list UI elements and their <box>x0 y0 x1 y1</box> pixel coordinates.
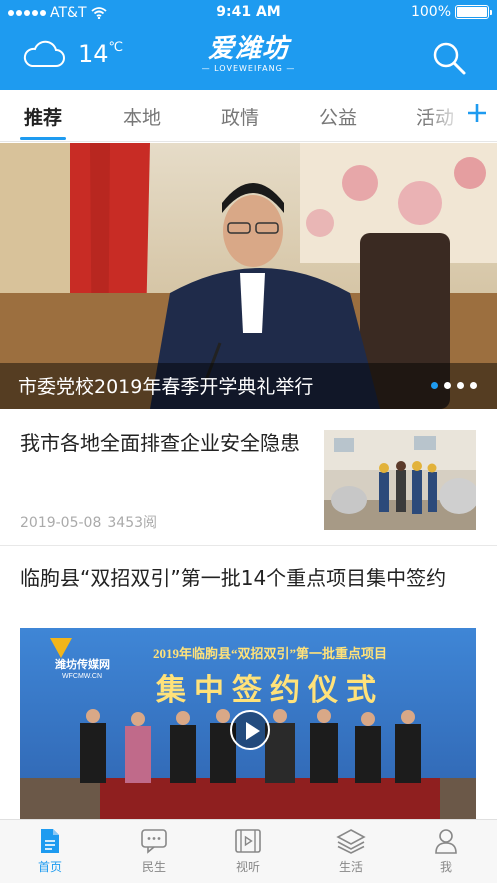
nav-media[interactable]: 视听 <box>218 828 278 875</box>
logo-subtext: — LOVEWEIFANG — <box>201 64 296 73</box>
carousel-dots <box>431 382 477 389</box>
status-bar: AT&T 9:41 AM 100% <box>0 0 497 26</box>
play-button[interactable] <box>230 710 270 750</box>
plus-icon <box>468 104 486 122</box>
video-watermark: 潍坊传媒网 <box>55 657 110 671</box>
add-tab-button[interactable] <box>467 102 487 128</box>
video-banner-line: 2019年临朐县“双招双引”第一批重点项目 <box>153 646 387 661</box>
chat-icon <box>141 829 167 854</box>
logo-text: 爱潍坊 <box>207 34 289 64</box>
news-date: 2019-05-08 <box>20 515 102 531</box>
banner-caption: 市委党校2019年春季开学典礼举行 <box>0 363 497 409</box>
bottom-navigation: 首页 民生 视听 生活 我 <box>0 819 497 883</box>
carousel-dot[interactable] <box>457 382 464 389</box>
headline-banner[interactable]: 市委党校2019年春季开学典礼举行 <box>0 143 497 409</box>
nav-life[interactable]: 生活 <box>321 828 381 875</box>
news-item[interactable]: 临朐县“双招双引”第一批14个重点项目集中签约 2019年临朐县“双招双引”第一… <box>0 547 497 819</box>
video-watermark-sub: WFCMW.CN <box>62 673 102 680</box>
document-icon <box>41 829 59 853</box>
active-tab-indicator <box>20 137 66 140</box>
news-video[interactable]: 2019年临朐县“双招双引”第一批重点项目 集中签约仪式 潍坊传媒网 WFCMW… <box>20 628 476 819</box>
carousel-dot[interactable] <box>431 382 438 389</box>
news-views: 3453阅 <box>107 515 158 531</box>
news-item[interactable]: 我市各地全面排查企业安全隐患 2019-05-08 3453阅 <box>0 410 497 546</box>
video-headline: 集中签约仪式 <box>155 673 384 707</box>
category-tabs: 推荐 本地 政情 公益 活动 <box>0 90 497 142</box>
carousel-dot[interactable] <box>444 382 451 389</box>
tab-politics[interactable]: 政情 <box>210 103 270 130</box>
app-logo: 爱潍坊 — LOVEWEIFANG — <box>0 34 497 74</box>
battery-icon <box>455 5 492 19</box>
news-title: 临朐县“双招双引”第一批14个重点项目集中签约 <box>20 566 447 590</box>
nav-home[interactable]: 首页 <box>20 828 80 875</box>
tab-recommend[interactable]: 推荐 <box>13 103 73 130</box>
nav-label: 生活 <box>338 860 363 874</box>
news-meta: 2019-05-08 3453阅 <box>20 512 157 532</box>
search-button[interactable] <box>431 40 467 80</box>
news-thumbnail <box>324 430 476 530</box>
nav-label: 视听 <box>235 860 260 874</box>
factory-photo <box>324 430 476 530</box>
battery-label: 100% <box>410 4 451 20</box>
nav-livelihood[interactable]: 民生 <box>124 828 184 875</box>
banner-title: 市委党校2019年春季开学典礼举行 <box>18 376 314 398</box>
search-icon <box>433 42 466 75</box>
user-icon <box>435 829 457 854</box>
nav-me[interactable]: 我 <box>416 828 476 875</box>
top-bar: AT&T 9:41 AM 100% 14℃ 爱潍坊 — LOVEWEIFANG <box>0 0 497 90</box>
tab-local[interactable]: 本地 <box>112 103 172 130</box>
nav-label: 民生 <box>141 860 166 874</box>
layers-icon <box>336 829 366 854</box>
battery-info: 100% <box>410 4 492 20</box>
tab-charity[interactable]: 公益 <box>308 103 368 130</box>
news-title: 我市各地全面排查企业安全隐患 <box>20 431 300 455</box>
app-header: 14℃ 爱潍坊 — LOVEWEIFANG — <box>0 28 497 88</box>
film-icon <box>235 829 261 853</box>
carousel-dot[interactable] <box>470 382 477 389</box>
tab-fade <box>425 90 465 140</box>
nav-label: 我 <box>439 860 452 874</box>
nav-label: 首页 <box>37 860 62 874</box>
